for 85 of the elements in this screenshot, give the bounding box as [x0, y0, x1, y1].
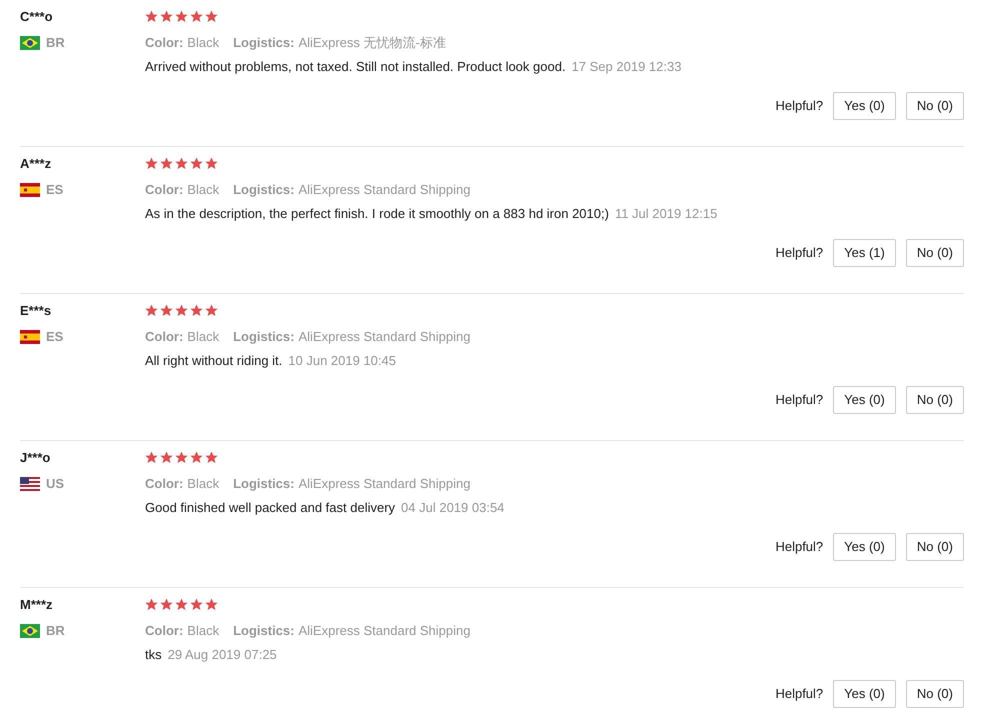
- no-button[interactable]: No (0): [906, 680, 964, 708]
- flag-icon: [20, 330, 40, 344]
- color-value: Black: [187, 622, 220, 640]
- star-icon: [175, 304, 188, 316]
- review-date: 29 Aug 2019 07:25: [168, 647, 277, 662]
- helpful-label: Helpful?: [775, 538, 824, 556]
- star-icon: [190, 598, 203, 610]
- flag-icon: [20, 476, 40, 491]
- no-button[interactable]: No (0): [906, 533, 964, 560]
- yes-button[interactable]: Yes (0): [833, 533, 896, 560]
- logistics-label: Logistics:: [233, 475, 294, 493]
- country-code: BR: [46, 622, 65, 640]
- star-icon: [205, 450, 218, 464]
- helpful-label: Helpful?: [775, 391, 824, 409]
- star-icon: [190, 304, 203, 316]
- logistics-label: Logistics:: [233, 328, 294, 346]
- color-label: Color:: [145, 181, 184, 199]
- star-icon: [205, 304, 218, 316]
- reviewer-name: C***o: [20, 8, 54, 26]
- star-icon: [160, 598, 173, 610]
- star-icon: [190, 450, 203, 464]
- star-icon: [160, 10, 173, 22]
- review-text: Good finished well packed and fast delivery: [145, 500, 396, 515]
- flag-icon: [20, 36, 40, 50]
- review-date: 11 Jul 2019 12:15: [614, 206, 718, 221]
- star-icon: [205, 598, 218, 610]
- color-label: Color:: [145, 475, 184, 493]
- country-code: ES: [46, 328, 64, 346]
- logistics-value: AliExpress Standard Shipping: [298, 328, 470, 346]
- logistics-value: AliExpress Standard Shipping: [298, 475, 470, 493]
- star-icon: [160, 450, 173, 464]
- no-button[interactable]: No (0): [906, 386, 964, 414]
- star-icon: [160, 156, 173, 170]
- reviewer-name: J***o: [20, 449, 52, 467]
- star-icon: [145, 304, 158, 316]
- helpful-label: Helpful?: [775, 244, 824, 262]
- reviewer-name: M***z: [20, 596, 54, 614]
- star-icon: [145, 598, 158, 610]
- star-icon: [205, 10, 218, 22]
- logistics-value: AliExpress 无忧物流-标准: [298, 34, 446, 52]
- review-text: As in the description, the perfect finish. I rode it smoothly on a 883 hd iron 2010;): [145, 206, 609, 221]
- color-label: Color:: [145, 328, 184, 346]
- star-icon: [145, 10, 158, 22]
- country-code: BR: [46, 34, 65, 52]
- star-icon: [160, 304, 173, 316]
- logistics-value: AliExpress Standard Shipping: [298, 181, 470, 199]
- logistics-label: Logistics:: [233, 34, 294, 52]
- color-value: Black: [187, 181, 220, 199]
- color-label: Color:: [145, 622, 184, 640]
- star-icon: [190, 156, 203, 170]
- star-icon: [205, 156, 218, 170]
- review-text: tks: [145, 647, 162, 662]
- review-date: 04 Jul 2019 03:54: [401, 500, 504, 515]
- reviewer-name: E***s: [20, 302, 52, 320]
- yes-button[interactable]: Yes (0): [833, 92, 896, 120]
- color-value: Black: [187, 328, 220, 346]
- star-icon: [175, 450, 188, 464]
- color-value: Black: [187, 34, 220, 52]
- star-icon: [145, 156, 158, 170]
- no-button[interactable]: No (0): [906, 239, 964, 266]
- star-icon: [175, 156, 188, 170]
- review-date: 17 Sep 2019 12:33: [572, 59, 682, 74]
- logistics-value: AliExpress Standard Shipping: [298, 622, 470, 640]
- color-label: Color:: [145, 34, 184, 52]
- star-icon: [175, 598, 188, 610]
- review-date: 10 Jun 2019 10:45: [288, 353, 396, 368]
- helpful-label: Helpful?: [775, 97, 824, 115]
- review-text: All right without riding it.: [145, 353, 282, 368]
- reviewer-name: A***z: [20, 155, 52, 173]
- helpful-label: Helpful?: [775, 685, 824, 703]
- yes-button[interactable]: Yes (0): [833, 386, 896, 414]
- logistics-label: Logistics:: [233, 622, 294, 640]
- star-icon: [145, 450, 158, 464]
- color-value: Black: [187, 475, 220, 493]
- country-code: US: [46, 475, 64, 493]
- flag-icon: [20, 182, 40, 197]
- flag-icon: [20, 624, 40, 638]
- yes-button[interactable]: Yes (1): [833, 239, 896, 266]
- logistics-label: Logistics:: [233, 181, 294, 199]
- review-text: Arrived without problems, not taxed. Still not installed. Product look good.: [145, 59, 566, 74]
- star-icon: [175, 10, 188, 22]
- star-icon: [190, 10, 203, 22]
- yes-button[interactable]: Yes (0): [833, 680, 896, 708]
- no-button[interactable]: No (0): [906, 92, 964, 120]
- country-code: ES: [46, 181, 64, 199]
